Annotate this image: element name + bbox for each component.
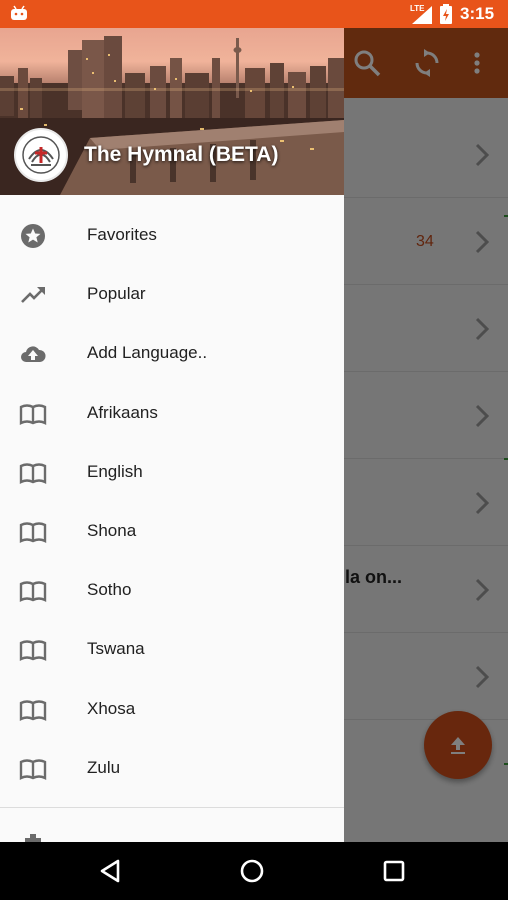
book-icon — [19, 640, 47, 662]
home-icon[interactable] — [237, 856, 267, 886]
book-icon — [19, 699, 47, 721]
menu-item-add-language[interactable]: Add Language.. — [0, 324, 344, 383]
menu-item-label: Favorites — [87, 225, 157, 244]
recents-icon[interactable] — [379, 856, 409, 886]
status-bar: LTE 3:15 — [0, 0, 508, 28]
menu-item-english[interactable]: English — [0, 443, 344, 502]
menu-item-label: Sotho — [87, 580, 132, 600]
menu-item-popular[interactable]: Popular — [0, 265, 344, 324]
clock: 3:15 — [460, 4, 495, 23]
drawer-divider — [0, 807, 344, 808]
trending-up-icon — [21, 287, 45, 304]
battery-icon — [440, 4, 452, 24]
menu-item-zulu[interactable]: Zulu — [0, 739, 344, 798]
book-icon — [19, 463, 47, 484]
menu-item-label: Xhosa — [87, 698, 136, 718]
system-navigation-bar — [0, 842, 508, 900]
menu-item-label: Zulu — [87, 757, 121, 777]
menu-item-label: Afrikaans — [87, 402, 158, 422]
book-icon — [19, 758, 47, 780]
navigation-drawer: The Hymnal (BETA) Favorites Popular Add … — [0, 28, 344, 842]
drawer-title: The Hymnal (BETA) — [84, 143, 279, 166]
drawer-header: The Hymnal (BETA) — [0, 28, 344, 195]
network-type: LTE — [410, 4, 425, 13]
cloud-upload-icon — [21, 346, 46, 363]
settings-icon[interactable] — [19, 832, 47, 842]
menu-item-shona[interactable]: Shona — [0, 502, 344, 561]
menu-item-label: Add Language.. — [87, 343, 208, 363]
drawer-menu: Favorites Popular Add Language.. Afrikaa… — [0, 206, 344, 798]
menu-item-favorites[interactable]: Favorites — [0, 206, 344, 265]
menu-item-label: Popular — [87, 284, 146, 304]
menu-item-label: Tswana — [87, 639, 145, 659]
menu-item-xhosa[interactable]: Xhosa — [0, 680, 344, 739]
menu-item-sotho[interactable]: Sotho — [0, 561, 344, 620]
church-logo-icon — [22, 136, 60, 174]
android-icon — [11, 5, 27, 20]
app-logo — [14, 128, 68, 182]
menu-item-afrikaans[interactable]: Afrikaans — [0, 384, 344, 443]
menu-item-tswana[interactable]: Tswana — [0, 620, 344, 679]
back-icon[interactable] — [96, 856, 126, 886]
menu-item-label: English — [87, 461, 143, 481]
menu-item-label: Shona — [87, 520, 137, 540]
book-icon — [19, 403, 47, 425]
book-icon — [19, 522, 47, 543]
book-icon — [19, 581, 47, 603]
star-icon — [21, 224, 45, 248]
